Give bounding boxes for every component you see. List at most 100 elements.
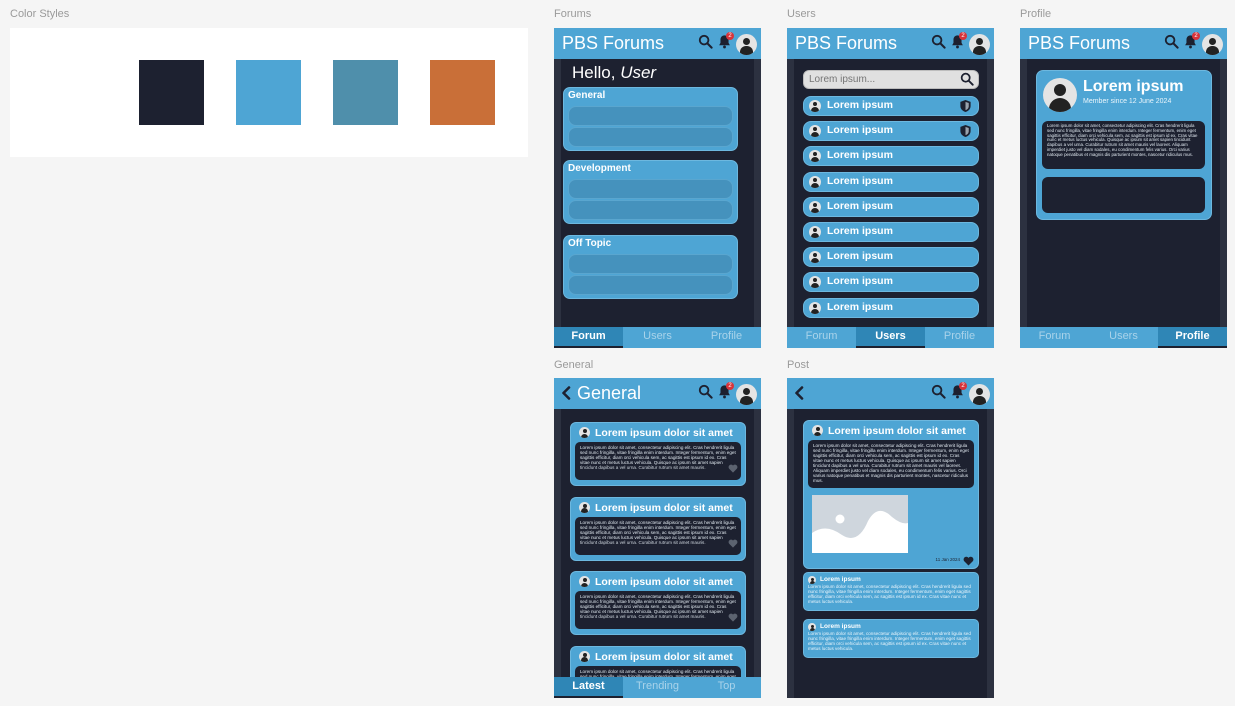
category-card-general[interactable]: General [563, 87, 738, 151]
heart-icon[interactable] [728, 460, 738, 478]
user-list-item[interactable]: Lorem ipsum [803, 222, 979, 242]
category-card-development[interactable]: Development [563, 160, 738, 224]
section-label-forums: Forums [554, 8, 592, 20]
user-list-item[interactable]: Lorem ipsum [803, 196, 979, 217]
category-thread-placeholder[interactable] [568, 200, 733, 220]
post-author-avatar[interactable] [579, 576, 590, 587]
post-card[interactable]: Lorem ipsum dolor sit amet Lorem ipsum do… [570, 571, 746, 635]
reply-author-avatar[interactable] [808, 576, 816, 584]
reply-card: Lorem ipsum Lorem ipsum dolor sit amet, … [803, 572, 979, 611]
bell-icon[interactable]: 2 [1183, 32, 1200, 54]
tab-forum[interactable]: Forum [554, 327, 623, 348]
avatar-icon[interactable] [969, 383, 990, 405]
avatar-icon[interactable] [736, 383, 757, 405]
avatar-icon[interactable] [969, 33, 990, 55]
category-thread-placeholder[interactable] [568, 275, 733, 295]
heart-icon[interactable] [728, 535, 738, 553]
tab-users[interactable]: Users [623, 327, 692, 348]
user-list-item[interactable]: Lorem ipsum [803, 247, 979, 268]
tab-profile[interactable]: Profile [692, 327, 761, 348]
heart-icon[interactable] [728, 609, 738, 627]
tab-users[interactable]: Users [1089, 327, 1158, 348]
post-date: 11 Jan 2024 [935, 557, 960, 562]
top-bar: General 2 [554, 378, 761, 409]
post-title: Lorem ipsum dolor sit amet [595, 650, 733, 663]
avatar-icon [809, 301, 821, 314]
post-card[interactable]: Lorem ipsum dolor sit amet Lorem ipsum do… [570, 422, 746, 486]
app-title: PBS Forums [562, 33, 665, 53]
profile-name: Lorem ipsum [1083, 78, 1184, 95]
search-icon[interactable] [960, 72, 974, 91]
bell-icon[interactable]: 2 [950, 382, 967, 404]
color-swatch[interactable] [236, 60, 301, 125]
tab-top[interactable]: Top [692, 677, 761, 698]
tab-users[interactable]: Users [856, 327, 925, 348]
avatar[interactable] [1043, 78, 1077, 112]
user-list-item[interactable]: Lorem ipsum [803, 146, 979, 167]
avatar-icon [809, 125, 821, 138]
search-icon[interactable] [698, 384, 713, 404]
category-thread-placeholder[interactable] [568, 179, 733, 199]
post-author-avatar[interactable] [579, 501, 590, 513]
top-bar: PBS Forums 2 [787, 28, 994, 59]
post-image[interactable] [812, 495, 908, 553]
user-search-input[interactable] [809, 72, 954, 86]
tab-profile[interactable]: Profile [925, 327, 994, 348]
search-icon[interactable] [698, 34, 713, 54]
profile-extra-panel [1042, 177, 1205, 213]
user-name: Lorem ipsum [827, 174, 893, 187]
avatar-icon [809, 251, 821, 264]
category-title: Development [568, 163, 631, 174]
shield-icon [959, 124, 972, 143]
category-thread-placeholder[interactable] [568, 127, 733, 147]
tab-profile[interactable]: Profile [1158, 327, 1227, 348]
post-preview: Lorem ipsum dolor sit amet, consectetur … [575, 516, 741, 555]
heart-icon[interactable] [963, 553, 974, 571]
user-name: Lorem ipsum [827, 199, 893, 212]
user-name: Lorem ipsum [827, 225, 893, 237]
search-icon[interactable] [931, 384, 946, 404]
reply-author-avatar[interactable] [808, 623, 816, 631]
user-list-item[interactable]: Lorem ipsum [803, 297, 979, 318]
category-thread-placeholder[interactable] [568, 254, 733, 274]
avatar-icon[interactable] [736, 33, 757, 55]
bell-icon[interactable]: 2 [717, 382, 734, 404]
tab-trending[interactable]: Trending [623, 677, 692, 698]
post-author-avatar[interactable] [579, 427, 590, 438]
post-author-avatar[interactable] [579, 650, 590, 662]
bottom-nav: Forum Users Profile [554, 327, 761, 348]
search-icon[interactable] [1164, 34, 1179, 54]
post-author-avatar[interactable] [812, 425, 823, 436]
general-screen: General 2 Lorem ipsum dolor sit amet Lore… [554, 378, 761, 698]
post-preview: Lorem ipsum dolor sit amet, consectetur … [575, 442, 741, 480]
post-card[interactable]: Lorem ipsum dolor sit amet Lorem ipsum do… [570, 496, 746, 561]
bell-icon[interactable]: 2 [717, 32, 734, 54]
user-list-item[interactable]: Lorem ipsum [803, 121, 979, 143]
search-icon[interactable] [931, 34, 946, 54]
bell-icon[interactable]: 2 [950, 32, 967, 54]
category-title: Off Topic [568, 238, 612, 249]
user-list-item[interactable]: Lorem ipsum [803, 272, 979, 293]
avatar-icon[interactable] [1202, 33, 1223, 55]
post-title: Lorem ipsum dolor sit amet [595, 576, 733, 588]
app-title: PBS Forums [1028, 33, 1131, 53]
section-label-general: General [554, 359, 594, 371]
tab-latest[interactable]: Latest [554, 677, 623, 698]
user-list-item[interactable]: Lorem ipsum [803, 96, 979, 116]
color-swatch[interactable] [430, 60, 495, 125]
tab-forum[interactable]: Forum [787, 327, 856, 348]
color-swatch[interactable] [333, 60, 398, 125]
section-label-color-styles: Color Styles [10, 8, 70, 20]
users-screen: PBS Forums 2 Lorem ipsum Lorem ipsum Lorem… [787, 28, 994, 348]
category-thread-placeholder[interactable] [568, 106, 733, 126]
back-icon[interactable] [561, 386, 571, 405]
top-bar: PBS Forums 2 [554, 28, 761, 59]
category-card-off-topic[interactable]: Off Topic [563, 235, 738, 299]
back-icon[interactable] [794, 386, 804, 405]
notification-badge: 2 [1192, 32, 1200, 40]
top-icons: 2 [1164, 32, 1223, 56]
user-list-item[interactable]: Lorem ipsum [803, 171, 979, 192]
color-swatch[interactable] [139, 60, 204, 125]
top-icons: 2 [698, 382, 757, 406]
tab-forum[interactable]: Forum [1020, 327, 1089, 348]
